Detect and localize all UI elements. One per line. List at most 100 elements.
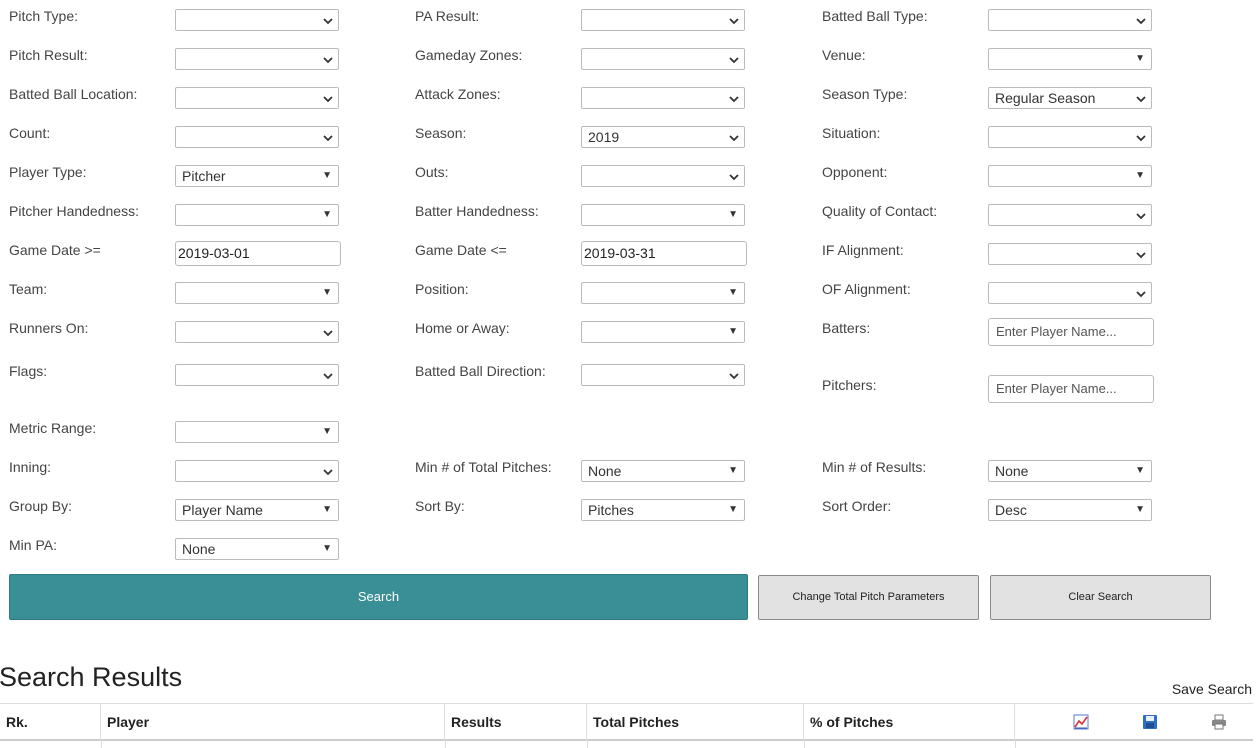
batter-handedness-select[interactable]: ▼	[581, 204, 745, 226]
dropdown-arrow-icon: ▼	[1135, 504, 1145, 515]
table-divider	[804, 741, 805, 748]
attack-zones-label: Attack Zones:	[415, 86, 501, 102]
outs-select[interactable]	[581, 165, 745, 187]
dropdown-arrow-icon: ▼	[728, 287, 738, 298]
gameday-zones-select[interactable]	[581, 48, 745, 70]
dropdown-arrow-icon: ▼	[728, 209, 738, 220]
min-pa-selected-value: None	[182, 541, 216, 557]
chevron-down-icon	[729, 135, 739, 142]
player-type-label: Player Type:	[9, 164, 87, 180]
min-results-selected-value: None	[995, 463, 1029, 479]
change-total-pitch-parameters-button[interactable]: Change Total Pitch Parameters	[758, 575, 979, 620]
save-icon[interactable]	[1142, 714, 1158, 730]
chevron-down-icon	[729, 57, 739, 64]
chevron-down-icon	[729, 18, 739, 25]
chevron-down-icon	[729, 96, 739, 103]
pa-result-select[interactable]	[581, 9, 745, 31]
venue-select[interactable]: ▼	[988, 48, 1152, 70]
min-total-pitches-selected-value: None	[588, 463, 622, 479]
dropdown-arrow-icon: ▼	[728, 465, 738, 476]
opponent-label: Opponent:	[822, 164, 888, 180]
if-alignment-label: IF Alignment:	[822, 242, 904, 258]
team-select[interactable]: ▼	[175, 282, 339, 304]
runners-on-label: Runners On:	[9, 320, 89, 336]
season-type-selected-value: Regular Season	[995, 90, 1096, 106]
print-icon[interactable]	[1211, 714, 1227, 730]
results-table-header: Rk. Player Results Total Pitches % of Pi…	[0, 703, 1253, 741]
column-header-results[interactable]: Results	[445, 704, 587, 741]
chevron-down-icon	[323, 135, 333, 142]
pitch-result-select[interactable]	[175, 48, 339, 70]
dropdown-arrow-icon: ▼	[1135, 465, 1145, 476]
column-header-total-pitches[interactable]: Total Pitches	[587, 704, 804, 741]
table-divider	[1015, 741, 1016, 748]
opponent-select[interactable]: ▼	[988, 165, 1152, 187]
inning-select[interactable]	[175, 460, 339, 482]
season-select[interactable]: 2019	[581, 126, 745, 148]
metric-range-label: Metric Range:	[9, 420, 97, 436]
column-header-player[interactable]: Player	[101, 704, 445, 741]
count-select[interactable]	[175, 126, 339, 148]
sort-by-label: Sort By:	[415, 498, 465, 514]
situation-label: Situation:	[822, 125, 881, 141]
of-alignment-select[interactable]	[988, 282, 1152, 304]
chevron-down-icon	[729, 174, 739, 181]
chevron-down-icon	[323, 469, 333, 476]
dropdown-arrow-icon: ▼	[728, 326, 738, 337]
batted-ball-direction-select[interactable]	[581, 364, 745, 386]
sort-by-select[interactable]: Pitches ▼	[581, 499, 745, 521]
group-by-select[interactable]: Player Name ▼	[175, 499, 339, 521]
count-label: Count:	[9, 125, 51, 141]
flags-select[interactable]	[175, 364, 339, 386]
attack-zones-select[interactable]	[581, 87, 745, 109]
group-by-selected-value: Player Name	[182, 502, 263, 518]
dropdown-arrow-icon: ▼	[1135, 170, 1145, 181]
dropdown-arrow-icon: ▼	[322, 543, 332, 554]
if-alignment-select[interactable]	[988, 243, 1152, 265]
pitchers-search-input[interactable]: Enter Player Name...	[988, 375, 1154, 403]
quality-of-contact-select[interactable]	[988, 204, 1152, 226]
position-select[interactable]: ▼	[581, 282, 745, 304]
min-pa-select[interactable]: None ▼	[175, 538, 339, 560]
chevron-down-icon	[323, 18, 333, 25]
game-date-gte-input[interactable]: 2019-03-01	[175, 241, 341, 266]
column-header-percent-of-pitches[interactable]: % of Pitches	[804, 704, 1015, 741]
clear-search-button[interactable]: Clear Search	[990, 575, 1211, 620]
min-total-pitches-select[interactable]: None ▼	[581, 460, 745, 482]
season-type-label: Season Type:	[822, 86, 908, 102]
sort-order-selected-value: Desc	[995, 502, 1027, 518]
batted-ball-type-select[interactable]	[988, 9, 1152, 31]
dropdown-arrow-icon: ▼	[322, 426, 332, 437]
search-button[interactable]: Search	[9, 574, 748, 620]
position-label: Position:	[415, 281, 469, 297]
sort-by-selected-value: Pitches	[588, 502, 634, 518]
save-search-link[interactable]: Save Search	[1172, 681, 1252, 697]
gameday-zones-label: Gameday Zones:	[415, 47, 523, 63]
pitcher-handedness-select[interactable]: ▼	[175, 204, 339, 226]
metric-range-select[interactable]: ▼	[175, 421, 339, 443]
runners-on-select[interactable]	[175, 321, 339, 343]
season-type-select[interactable]: Regular Season	[988, 87, 1152, 109]
game-date-lte-label: Game Date <=	[415, 242, 507, 258]
batters-label: Batters:	[822, 320, 871, 336]
chevron-down-icon	[1136, 252, 1146, 259]
flags-label: Flags:	[9, 363, 48, 379]
pitch-type-select[interactable]	[175, 9, 339, 31]
chart-icon[interactable]	[1073, 714, 1089, 730]
table-divider	[101, 741, 102, 748]
chevron-down-icon	[1136, 18, 1146, 25]
pitch-result-label: Pitch Result:	[9, 47, 88, 63]
batted-ball-type-label: Batted Ball Type:	[822, 8, 928, 24]
situation-select[interactable]	[988, 126, 1152, 148]
min-total-pitches-label: Min # of Total Pitches:	[415, 459, 552, 475]
batted-ball-location-select[interactable]	[175, 87, 339, 109]
column-header-rank[interactable]: Rk.	[0, 704, 101, 741]
game-date-lte-input[interactable]: 2019-03-31	[581, 241, 747, 266]
min-results-select[interactable]: None ▼	[988, 460, 1152, 482]
home-or-away-select[interactable]: ▼	[581, 321, 745, 343]
chevron-down-icon	[323, 96, 333, 103]
batters-search-input[interactable]: Enter Player Name...	[988, 318, 1154, 346]
player-type-select[interactable]: Pitcher ▼	[175, 165, 339, 187]
table-divider	[587, 741, 588, 748]
sort-order-select[interactable]: Desc ▼	[988, 499, 1152, 521]
